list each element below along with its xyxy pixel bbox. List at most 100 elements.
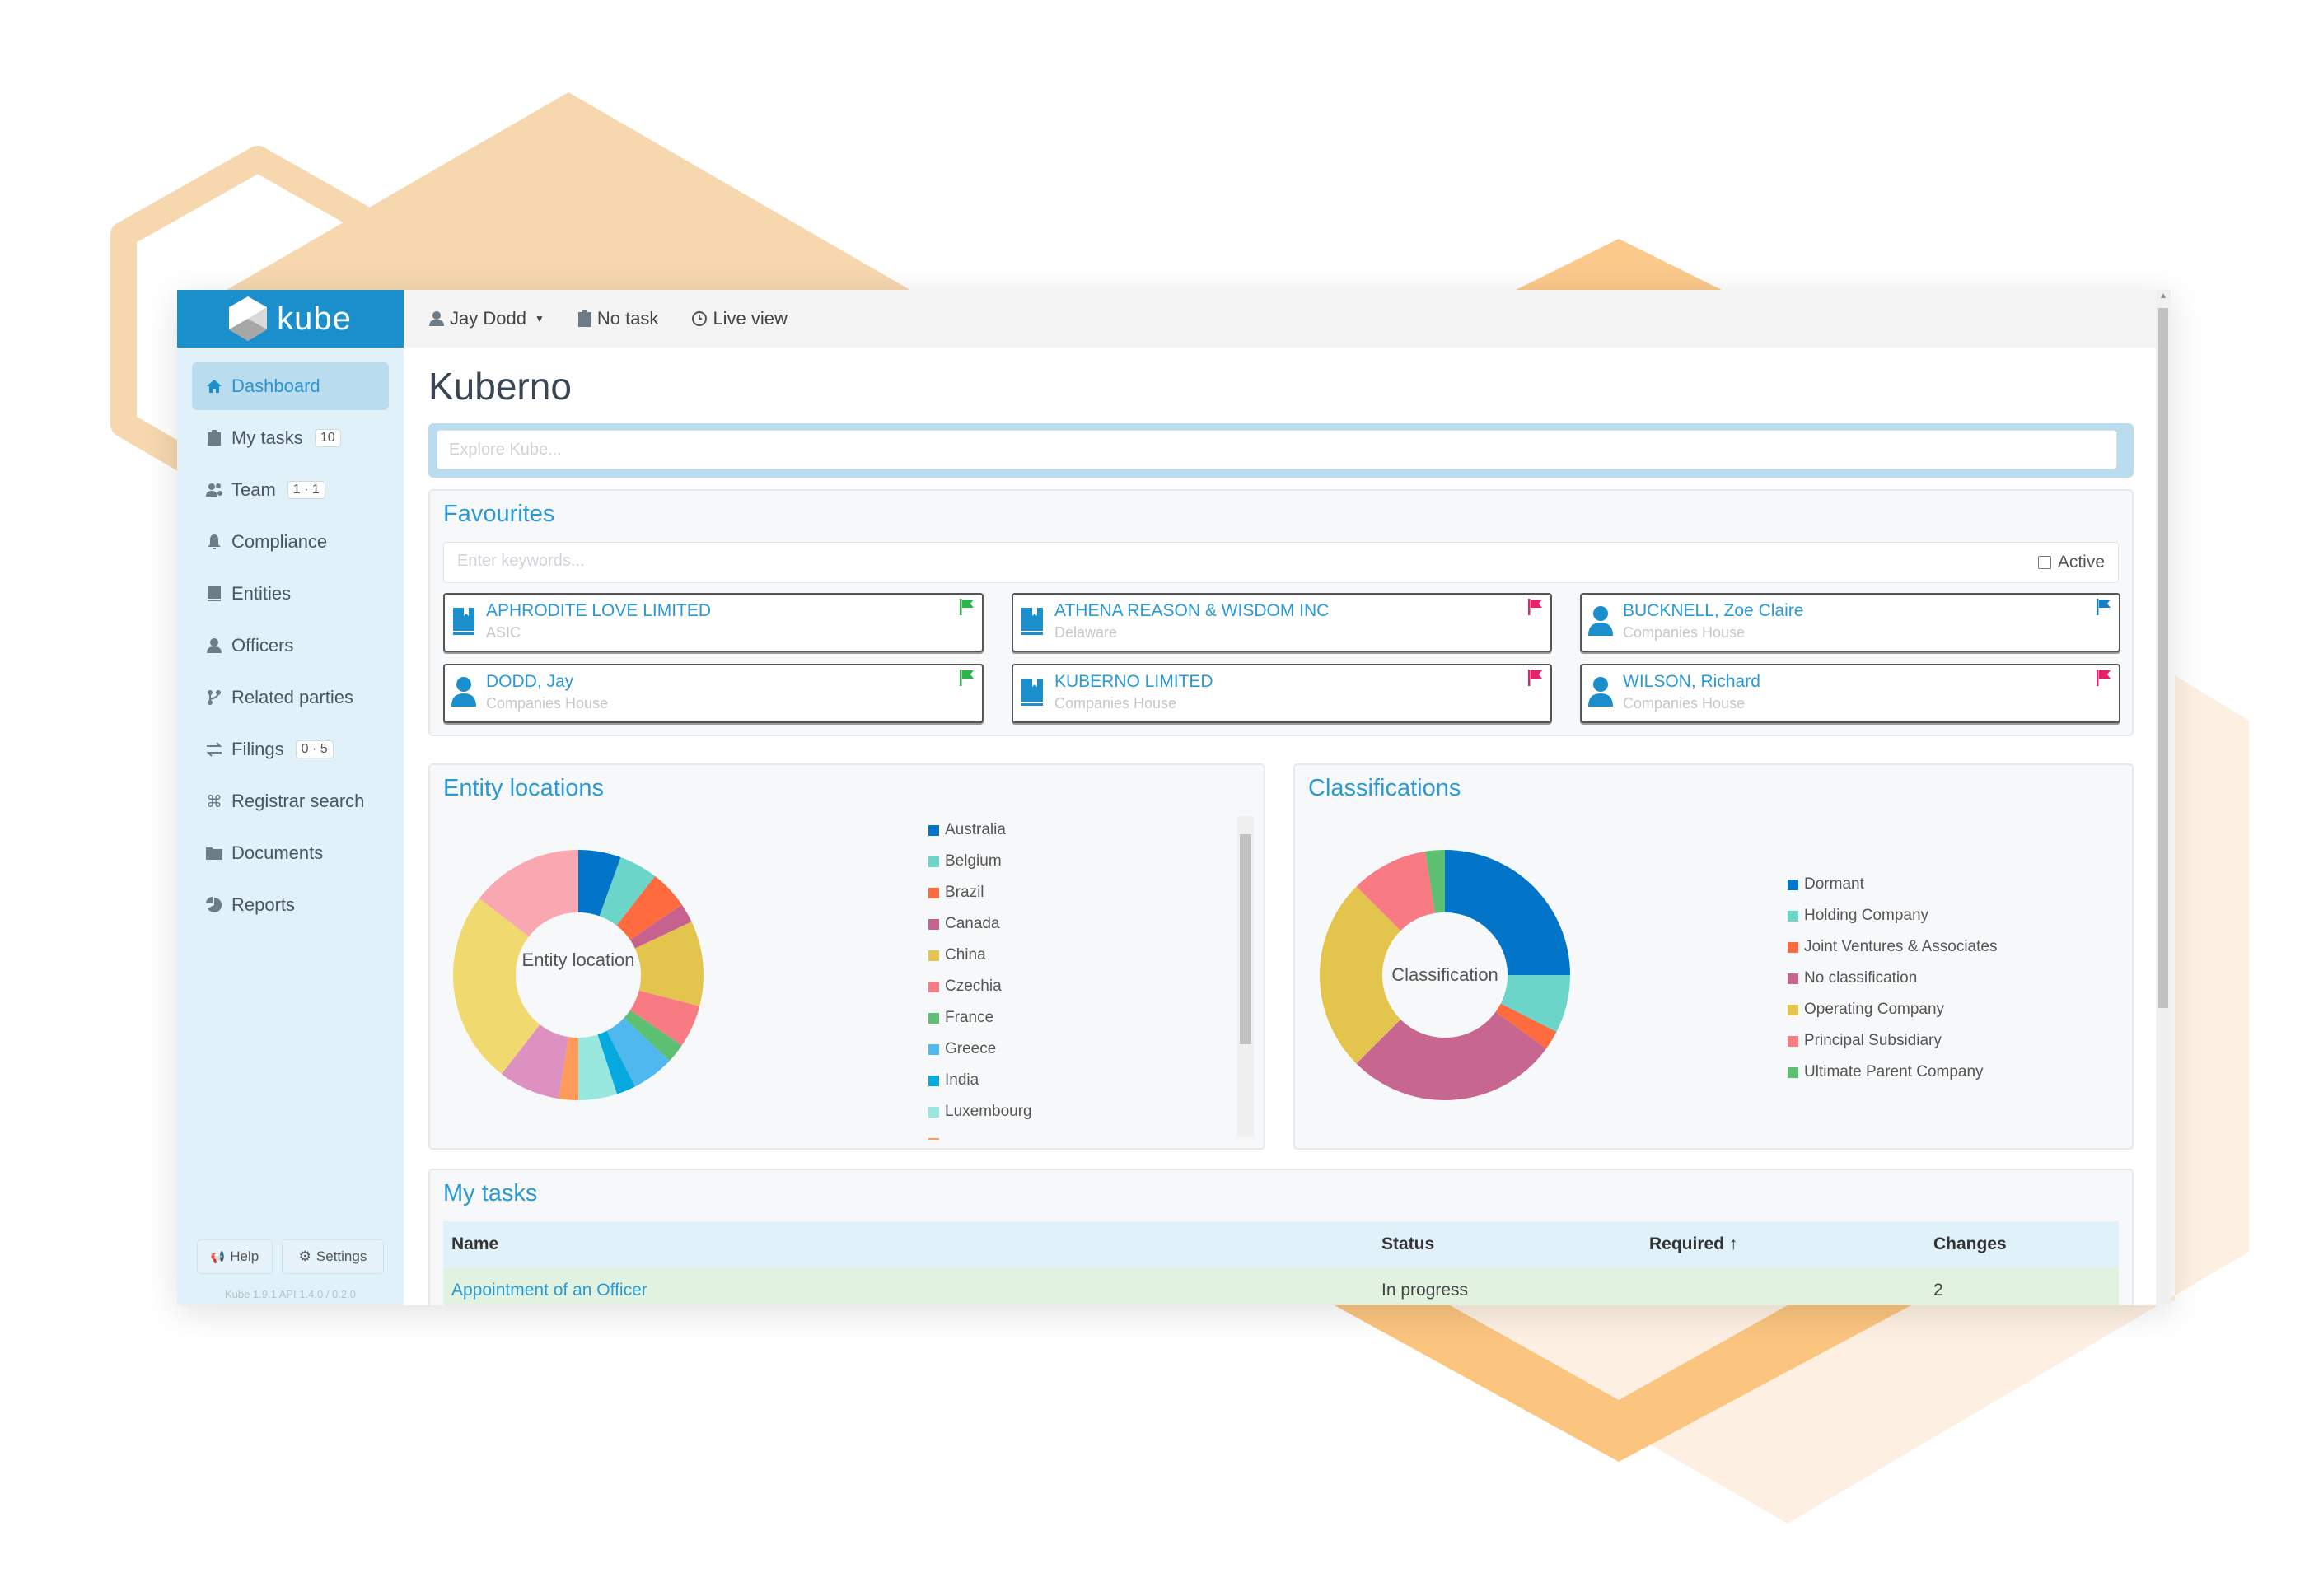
sidebar-item-officers[interactable]: Officers <box>192 622 389 670</box>
favourite-card[interactable]: APHRODITE LOVE LIMITED ASIC <box>443 593 984 652</box>
legend-item[interactable]: Canada <box>928 908 1032 940</box>
task-name-link[interactable]: Appointment of an Officer <box>451 1281 647 1300</box>
sidebar-item-reports[interactable]: Reports <box>192 881 389 929</box>
explore-input[interactable] <box>437 430 2117 469</box>
favourite-name: KUBERNO LIMITED <box>1054 672 1213 691</box>
current-task[interactable]: No task <box>577 308 658 329</box>
flag-icon[interactable] <box>2096 669 2112 687</box>
legend-item[interactable]: Holding Company <box>1788 900 1997 931</box>
sidebar-item-filings[interactable]: Filings 0 · 5 <box>192 726 389 773</box>
column-header-changes[interactable]: Changes <box>1925 1221 2119 1267</box>
legend-item[interactable]: Brazil <box>928 877 1032 908</box>
legend-label: Holding Company <box>1804 907 1929 924</box>
page-scrollbar[interactable]: ▲ <box>2156 290 2171 1305</box>
legend-item[interactable]: No classification <box>1788 963 1997 994</box>
sidebar-item-label: Reports <box>231 894 296 915</box>
legend-item[interactable]: Czechia <box>928 971 1032 1002</box>
kube-logo[interactable]: kube <box>177 290 404 348</box>
task-required <box>1641 1267 1925 1305</box>
branch-icon <box>205 688 223 707</box>
my-tasks-table: Name Status Required ↑ Changes Appointme… <box>443 1221 2119 1305</box>
sidebar-footer: 📢 Help ⚙ Settings Kube 1.9.1 API 1.4.0 /… <box>177 1231 404 1305</box>
favourite-card[interactable]: KUBERNO LIMITED Companies House <box>1012 664 1552 723</box>
table-row[interactable]: Appointment of an Officer In progress 2 <box>443 1267 2119 1305</box>
column-header-status[interactable]: Status <box>1373 1221 1641 1267</box>
favourite-name: WILSON, Richard <box>1623 672 1760 691</box>
app-window: kube Jay Dodd ▼ No task Live view Dashbo… <box>177 290 2171 1305</box>
legend-item[interactable]: China <box>928 940 1032 971</box>
flag-icon[interactable] <box>1527 598 1544 616</box>
legend-item[interactable]: France <box>928 1002 1032 1034</box>
legend-item[interactable]: Australia <box>928 814 1032 846</box>
sidebar-item-entities[interactable]: Entities <box>192 570 389 618</box>
sidebar-item-dashboard[interactable]: Dashboard <box>192 362 389 410</box>
scroll-up-arrow[interactable]: ▲ <box>2156 292 2171 301</box>
entity-book-icon <box>1020 675 1045 708</box>
folder-icon <box>205 844 223 862</box>
officer-icon <box>1588 604 1613 637</box>
favourites-filter: Active <box>443 542 2119 583</box>
legend-item[interactable]: Operating Company <box>1788 994 1997 1025</box>
help-label: Help <box>230 1248 259 1264</box>
classifications-legend: Dormant Holding Company Joint Ventures & A… <box>1788 869 1997 1088</box>
sidebar-item-compliance[interactable]: Compliance <box>192 518 389 566</box>
column-header-required[interactable]: Required ↑ <box>1641 1221 1925 1267</box>
kube-cube-icon <box>229 296 268 341</box>
legend-label: Joint Ventures & Associates <box>1804 938 1998 955</box>
legend-label: Czechia <box>945 978 1002 995</box>
sidebar-item-related-parties[interactable]: Related parties <box>192 674 389 721</box>
sidebar-item-my-tasks[interactable]: My tasks 10 <box>192 414 389 462</box>
classifications-panel: Classifications Classification Dormant Ho… <box>1293 763 2134 1150</box>
version-text: Kube 1.9.1 API 1.4.0 / 0.2.0 <box>224 1288 356 1300</box>
my-tasks-count-badge: 10 <box>314 429 341 447</box>
legend-label: Operating Company <box>1804 1001 1945 1018</box>
legend-item[interactable]: India <box>928 1065 1032 1096</box>
task-status: In progress <box>1373 1267 1641 1305</box>
legend-item[interactable]: Greece <box>928 1034 1032 1065</box>
active-checkbox[interactable]: Active <box>2037 553 2105 572</box>
legend-item[interactable]: Dormant <box>1788 869 1997 900</box>
user-icon <box>429 311 444 326</box>
settings-button[interactable]: ⚙ Settings <box>282 1239 384 1274</box>
favourite-card[interactable]: ATHENA REASON & WISDOM INC Delaware <box>1012 593 1552 652</box>
flag-icon[interactable] <box>2096 598 2112 616</box>
legend-scrollbar[interactable] <box>1237 816 1254 1137</box>
pie-chart-icon <box>205 896 223 914</box>
legend-swatch <box>928 1075 939 1086</box>
sidebar-item-label: Entities <box>231 583 292 604</box>
legend-item[interactable]: Principal Subsidiary <box>1788 1025 1997 1057</box>
flag-icon[interactable] <box>959 598 975 616</box>
favourites-keyword-input[interactable] <box>456 551 1695 572</box>
legend-swatch <box>1788 910 1798 922</box>
legend-item[interactable]: Joint Ventures & Associates <box>1788 931 1997 963</box>
legend-swatch <box>928 856 939 867</box>
favourite-card[interactable]: DODD, Jay Companies House <box>443 664 984 723</box>
top-bar: Jay Dodd ▼ No task Live view <box>404 290 2156 349</box>
page-scrollbar-thumb[interactable] <box>2158 308 2168 1008</box>
clock-icon <box>692 311 708 326</box>
favourite-card[interactable]: WILSON, Richard Companies House <box>1580 664 2120 723</box>
help-button[interactable]: 📢 Help <box>197 1239 273 1274</box>
legend-item[interactable]: Belgium <box>928 846 1032 877</box>
legend-swatch <box>928 824 939 836</box>
sidebar-item-registrar-search[interactable]: ⌘ Registrar search <box>192 777 389 825</box>
my-tasks-title: My tasks <box>443 1180 538 1206</box>
legend-scrollbar-thumb[interactable] <box>1240 834 1251 1044</box>
user-icon <box>205 637 223 655</box>
legend-item[interactable]: Ultimate Parent Company <box>1788 1057 1997 1088</box>
entity-locations-donut <box>453 850 704 1100</box>
legend-item[interactable]: Luxembourg <box>928 1096 1032 1127</box>
legend-item[interactable] <box>928 1127 1032 1140</box>
sidebar-item-team[interactable]: Team 1 · 1 <box>192 466 389 514</box>
flag-icon[interactable] <box>1527 669 1544 687</box>
sidebar-item-documents[interactable]: Documents <box>192 829 389 877</box>
main-content: Kuberno Favourites Active APHRODITE LOVE… <box>404 348 2156 1305</box>
user-menu[interactable]: Jay Dodd ▼ <box>428 308 545 329</box>
legend-label: France <box>945 1009 994 1026</box>
checkbox-box[interactable] <box>2037 556 2051 569</box>
live-view-button[interactable]: Live view <box>691 308 788 329</box>
favourite-card[interactable]: BUCKNELL, Zoe Claire Companies House <box>1580 593 2120 652</box>
column-header-name[interactable]: Name <box>443 1221 1373 1267</box>
flag-icon[interactable] <box>959 669 975 687</box>
active-label: Active <box>2057 553 2105 572</box>
